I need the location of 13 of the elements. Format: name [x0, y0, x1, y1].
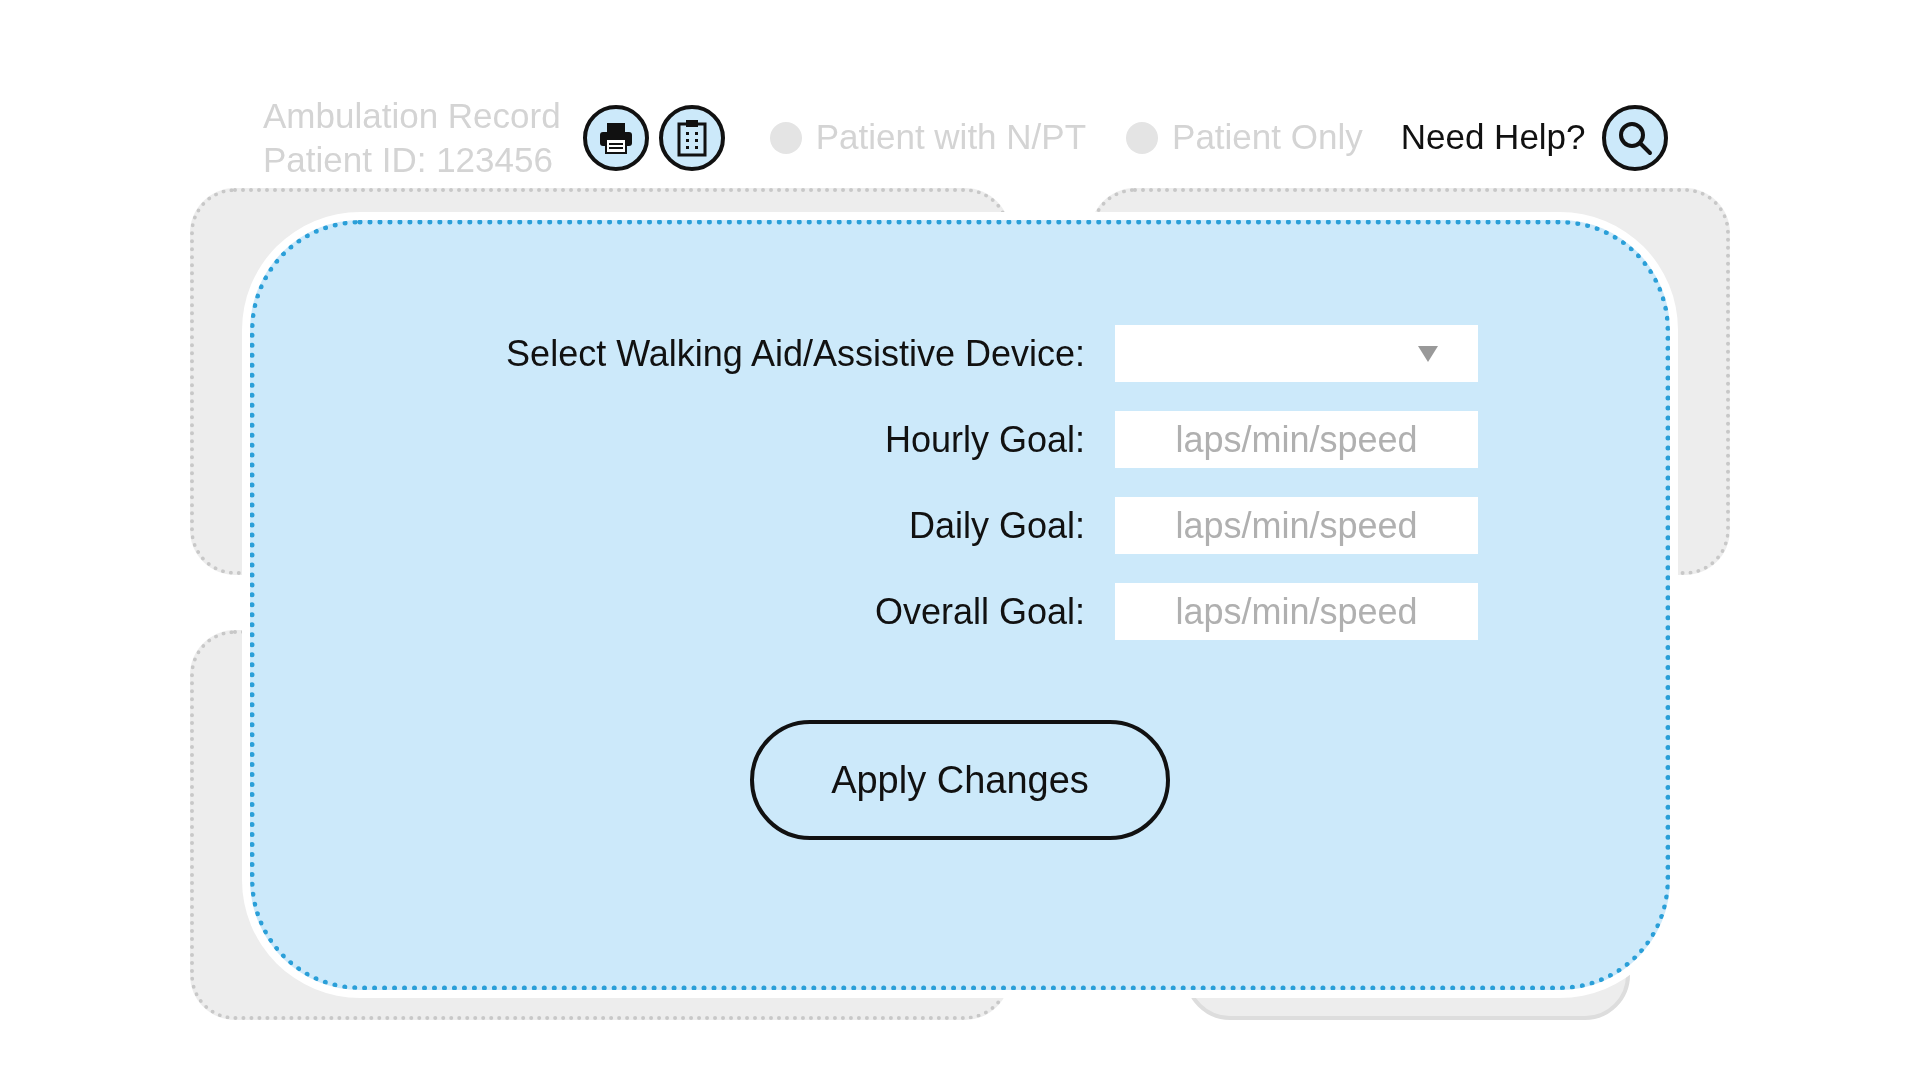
goal-input-field[interactable]: laps/min/speed	[1115, 497, 1478, 554]
goal-input-field[interactable]: laps/min/speed	[1115, 411, 1478, 468]
printer-icon	[598, 121, 633, 154]
field-label: Select Walking Aid/Assistive Device:	[505, 331, 1085, 376]
goal-input-field[interactable]: laps/min/speed	[1115, 583, 1478, 640]
field-label: Overall Goal:	[873, 589, 1085, 634]
field-label: Hourly Goal:	[883, 417, 1085, 462]
field-label: Daily Goal:	[907, 503, 1085, 548]
clipboard-icon	[676, 118, 707, 157]
search-icon	[1616, 119, 1653, 156]
apply-changes-button[interactable]: Apply Changes	[750, 720, 1170, 840]
dropdown-arrow-icon	[1418, 345, 1438, 362]
help-label: Need Help?	[1400, 116, 1586, 159]
